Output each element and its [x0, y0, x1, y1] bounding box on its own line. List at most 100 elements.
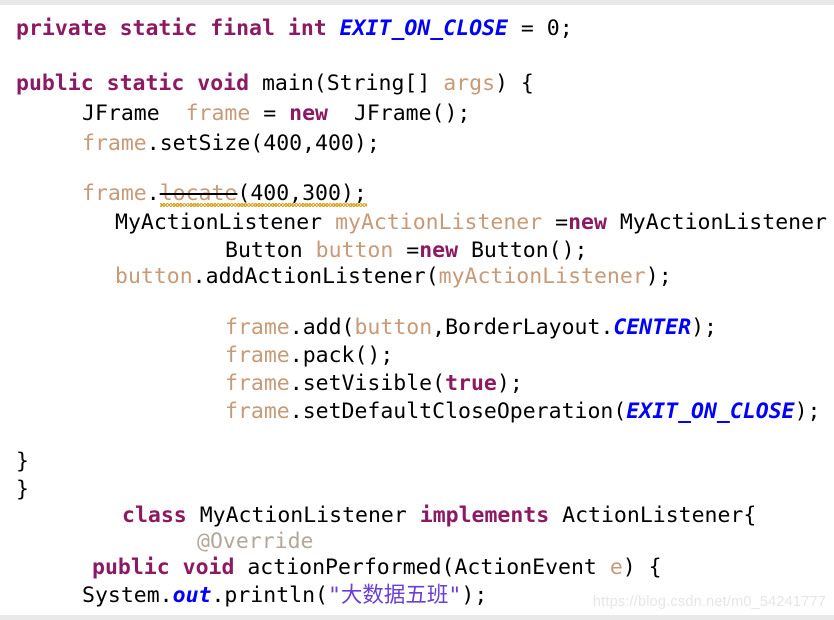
code-line[interactable]: frame.add(button,BorderLayout.CENTER); [225, 315, 717, 340]
code-editor-content[interactable]: private static final int EXIT_ON_CLOSE =… [0, 5, 834, 615]
deprecation-warning-squiggle [160, 203, 367, 207]
punctuation-token: ) { [622, 555, 662, 580]
punctuation-token: . [289, 399, 303, 424]
identifier-token [407, 503, 420, 528]
variable-token: args [443, 71, 496, 96]
variable-token: frame [225, 315, 290, 340]
punctuation-token: ( [313, 71, 327, 96]
code-line[interactable]: } [16, 449, 29, 474]
identifier-token [107, 16, 120, 41]
variable-token: myActionListener [438, 264, 646, 289]
identifier-token [303, 238, 316, 263]
identifier-token: Button [470, 238, 549, 263]
punctuation-token: ( [613, 399, 627, 424]
punctuation-token: (); [354, 343, 394, 368]
annotation-token: @Override [197, 529, 314, 554]
punctuation-token: } [16, 449, 29, 474]
variable-token: frame [185, 101, 251, 126]
code-line[interactable]: frame.setDefaultCloseOperation(EXIT_ON_C… [225, 399, 820, 424]
variable-token: frame [82, 181, 147, 206]
punctuation-token: ) { [495, 71, 534, 96]
number-token: 0 [546, 16, 560, 41]
punctuation-token: ( [425, 264, 439, 289]
punctuation-token: ( [341, 315, 355, 340]
code-line[interactable]: @Override [197, 529, 314, 554]
code-line[interactable]: private static final int EXIT_ON_CLOSE =… [16, 16, 573, 41]
punctuation-token: (); [431, 101, 471, 126]
identifier-token [607, 210, 620, 235]
identifier-token: println [224, 583, 316, 608]
identifier-token: System [82, 583, 160, 608]
keyword-token: implements [419, 503, 550, 528]
punctuation-token: = [542, 210, 569, 235]
string-literal-token: "大数据五班" [327, 583, 462, 608]
number-token: 400 [263, 131, 303, 156]
variable-token: button [115, 264, 193, 289]
identifier-token [197, 16, 210, 41]
punctuation-token: ); [461, 583, 488, 608]
punctuation-token: [] [404, 71, 444, 96]
code-screenshot: private static final int EXIT_ON_CLOSE =… [0, 0, 834, 620]
static-constant-token: EXIT_ON_CLOSE [626, 399, 795, 424]
punctuation-token: ( [250, 131, 264, 156]
keyword-token: private [16, 16, 107, 41]
code-line[interactable]: button.addActionListener(myActionListene… [115, 264, 672, 289]
code-line[interactable]: public void actionPerformed(ActionEvent … [92, 555, 662, 580]
identifier-token: actionPerformed [247, 555, 442, 580]
punctuation-token: ; [559, 16, 573, 41]
code-line[interactable]: System.out.println("大数据五班"); [82, 583, 487, 608]
identifier-token: ActionEvent [454, 555, 597, 580]
punctuation-token: . [289, 371, 303, 396]
code-line[interactable]: } [16, 477, 29, 502]
identifier-token [275, 16, 288, 41]
code-line[interactable]: frame.setSize(400,400); [82, 131, 380, 156]
variable-token: button [354, 315, 433, 340]
code-line[interactable]: frame.setVisible(true); [225, 371, 523, 396]
static-constant-token: EXIT_ON_CLOSE [339, 16, 508, 41]
variable-token: frame [225, 343, 290, 368]
code-line[interactable]: MyActionListener myActionListener =new M… [115, 210, 827, 235]
punctuation-token: = [393, 238, 420, 263]
punctuation-token: . [159, 583, 173, 608]
code-line[interactable]: JFrame frame = new JFrame(); [82, 101, 470, 126]
punctuation-token: } [16, 477, 29, 502]
keyword-token: public [16, 71, 94, 96]
identifier-token [234, 555, 247, 580]
punctuation-token: (); [548, 238, 588, 263]
identifier-token [160, 101, 186, 126]
identifier-token: MyActionListener [115, 210, 323, 235]
code-line[interactable]: public static void main(String[] args) { [16, 71, 534, 96]
keyword-token: new [419, 238, 459, 263]
punctuation-token: , [432, 315, 446, 340]
code-line[interactable]: Button button =new Button(); [225, 238, 588, 263]
variable-token: frame [225, 399, 290, 424]
punctuation-token: ); [645, 264, 672, 289]
identifier-token [328, 101, 354, 126]
bottom-edge-bar [0, 615, 834, 620]
keyword-token: class [122, 503, 187, 528]
code-line[interactable]: frame.pack(); [225, 343, 393, 368]
punctuation-token: = [250, 101, 290, 126]
variable-token: myActionListener [335, 210, 543, 235]
identifier-token: MyActionListener [199, 503, 407, 528]
identifier-token [549, 503, 562, 528]
keyword-token: true [445, 371, 497, 396]
number-token: 400 [315, 131, 354, 156]
static-constant-token: out [172, 583, 212, 608]
identifier-token: BorderLayout [445, 315, 601, 340]
variable-token: frame [82, 131, 147, 156]
punctuation-token: ); [691, 315, 717, 340]
identifier-token: MyActionListener [619, 210, 827, 235]
keyword-token: new [289, 101, 328, 126]
identifier-token [249, 71, 262, 96]
punctuation-token: . [192, 264, 206, 289]
code-line[interactable]: class MyActionListener implements Action… [122, 503, 756, 528]
punctuation-token: ); [353, 131, 380, 156]
identifier-token: pack [302, 343, 355, 368]
punctuation-token: ); [794, 399, 821, 424]
punctuation-token: . [146, 131, 160, 156]
keyword-token: final [210, 16, 275, 41]
identifier-token [458, 238, 471, 263]
punctuation-token: ( [315, 583, 328, 608]
identifier-token: add [302, 315, 342, 340]
